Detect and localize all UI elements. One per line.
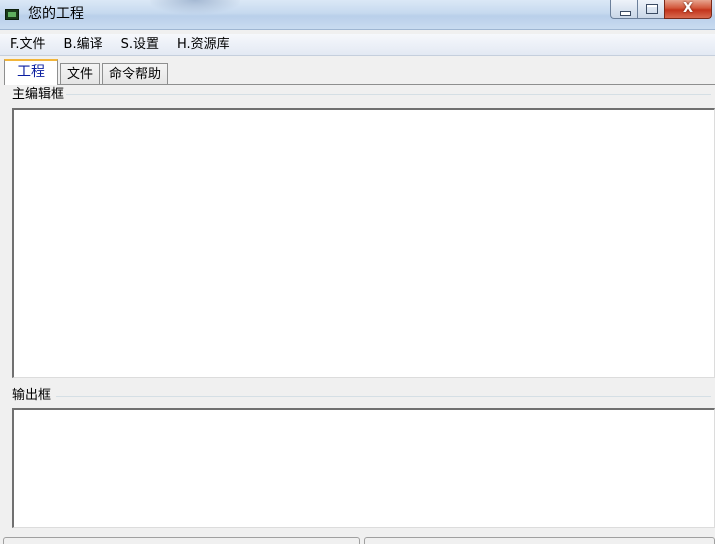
menu-item-settings[interactable]: S.设置 [112, 35, 168, 55]
tab-strip: 工程 文件 命令帮助 [4, 59, 170, 85]
project-tab-panel: 主编辑框 输出框 [4, 84, 715, 544]
app-window: 您的工程 X F.文件 B.编译 S.设置 H.资源库 工程 文件 命令帮助 主… [0, 0, 715, 544]
output-label: 输出框 [12, 388, 54, 404]
menu-item-file[interactable]: F.文件 [0, 35, 55, 55]
menu-bar: F.文件 B.编译 S.设置 H.资源库 [0, 34, 715, 56]
minimize-button[interactable] [610, 0, 637, 19]
tab-project[interactable]: 工程 [4, 59, 58, 85]
tab-command-help[interactable]: 命令帮助 [102, 63, 169, 85]
close-button[interactable]: X [664, 0, 712, 19]
output-textarea[interactable] [12, 408, 715, 528]
menu-item-build[interactable]: B.编译 [55, 35, 112, 55]
main-editor-textarea[interactable] [12, 108, 715, 378]
main-editor-group-border [56, 94, 711, 95]
maximize-icon [646, 4, 658, 14]
title-bar[interactable]: 您的工程 X [0, 0, 715, 30]
caption-buttons: X [610, 0, 712, 20]
minimize-icon [620, 11, 631, 16]
tab-files[interactable]: 文件 [60, 63, 101, 85]
titlebar-glass-decoration [150, 0, 240, 14]
window-title: 您的工程 [28, 6, 84, 22]
output-group-border [56, 396, 711, 397]
status-pane-right [364, 537, 715, 544]
app-icon[interactable] [5, 9, 19, 20]
status-pane-left [3, 537, 360, 544]
maximize-button[interactable] [637, 0, 664, 19]
main-editor-label: 主编辑框 [12, 87, 67, 103]
close-icon: X [682, 1, 694, 16]
menu-item-library[interactable]: H.资源库 [168, 35, 239, 55]
